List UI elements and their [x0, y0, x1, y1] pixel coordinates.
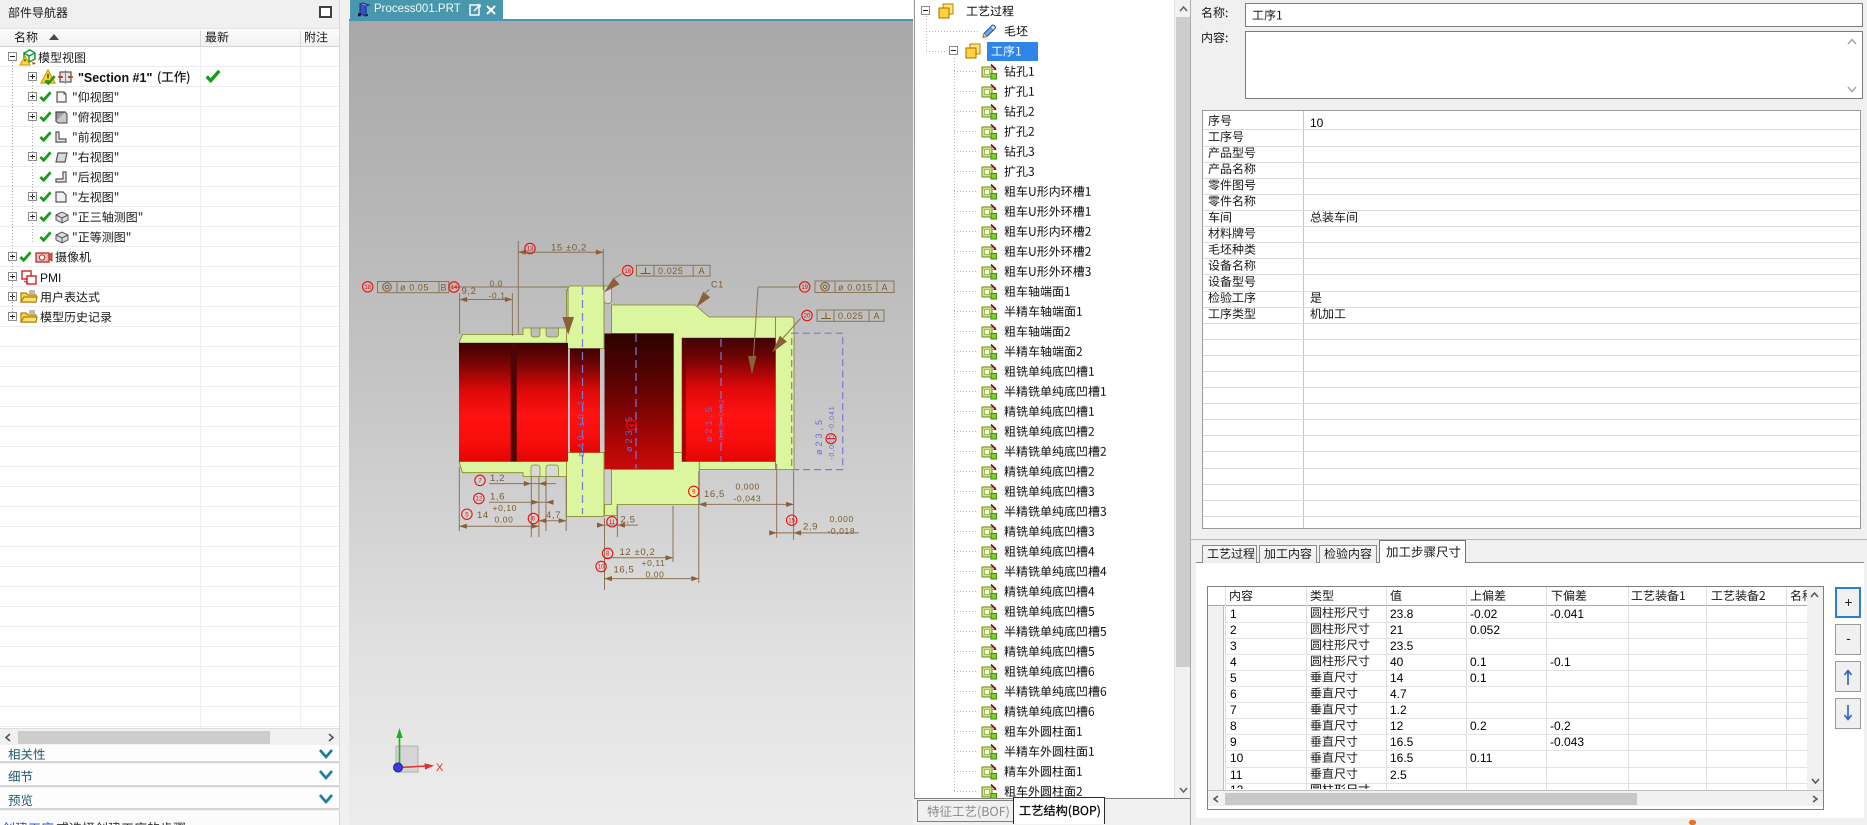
svg-text:X: X	[436, 762, 444, 774]
svg-text:16,5: 16,5	[614, 565, 635, 576]
svg-text:-0,020 -0,041: -0,020 -0,041	[829, 405, 836, 460]
svg-text:10: 10	[598, 565, 605, 571]
svg-text:1,2: 1,2	[490, 473, 505, 484]
svg-text:12: 12	[476, 497, 483, 503]
svg-text:-0,018: -0,018	[828, 526, 856, 536]
svg-text:19: 19	[801, 285, 808, 291]
svg-text:0,000: 0,000	[736, 482, 760, 492]
svg-text:0,00: 0,00	[495, 515, 514, 525]
svg-text:14: 14	[451, 285, 458, 291]
svg-text:ø21,5: ø21,5	[704, 404, 714, 442]
svg-text:ø 0.015: ø 0.015	[838, 282, 873, 292]
svg-text:11: 11	[609, 520, 616, 526]
svg-text:+0,05 -0,02: +0,05 -0,02	[719, 398, 726, 445]
svg-text:A: A	[699, 266, 706, 276]
svg-text:9,2: 9,2	[462, 286, 477, 297]
svg-text:2,5: 2,5	[621, 515, 636, 526]
svg-text:16: 16	[624, 269, 631, 275]
svg-text:B: B	[441, 283, 448, 293]
svg-text:12 ±0,2: 12 ±0,2	[620, 547, 656, 558]
svg-text:A: A	[882, 282, 889, 292]
svg-text:5: 5	[465, 512, 469, 518]
svg-text:20: 20	[804, 314, 811, 320]
svg-text:+0,10: +0,10	[493, 503, 518, 513]
svg-text:-0,043: -0,043	[734, 494, 762, 504]
svg-text:8: 8	[606, 552, 610, 558]
svg-text:6: 6	[532, 517, 536, 523]
svg-text:+0,11: +0,11	[642, 558, 666, 568]
svg-text:ø 0.05: ø 0.05	[400, 283, 429, 293]
svg-text:-0,1: -0,1	[489, 291, 506, 301]
svg-text:0,00: 0,00	[646, 570, 665, 580]
svg-text:C1: C1	[711, 280, 724, 290]
svg-text:ø23,5: ø23,5	[814, 417, 824, 455]
svg-text:7: 7	[478, 479, 482, 485]
svg-text:4,7: 4,7	[546, 510, 561, 521]
svg-text:0,0: 0,0	[490, 279, 504, 289]
svg-text:0,000: 0,000	[830, 514, 854, 524]
svg-text:16,5: 16,5	[704, 489, 725, 500]
svg-text:13: 13	[527, 247, 534, 253]
svg-text:0.025: 0.025	[658, 266, 684, 276]
svg-text:15 ±0,2: 15 ±0,2	[551, 243, 587, 254]
svg-text:9: 9	[692, 490, 696, 496]
svg-text:14: 14	[477, 510, 489, 521]
svg-text:A: A	[874, 311, 881, 321]
svg-text:1,6: 1,6	[490, 492, 505, 503]
svg-text:2,9: 2,9	[803, 522, 818, 533]
svg-text:15: 15	[788, 518, 795, 524]
svg-text:18: 18	[364, 285, 371, 291]
svg-text:0.025: 0.025	[838, 311, 864, 321]
svg-text:ø40 ±0,1: ø40 ±0,1	[576, 398, 586, 457]
